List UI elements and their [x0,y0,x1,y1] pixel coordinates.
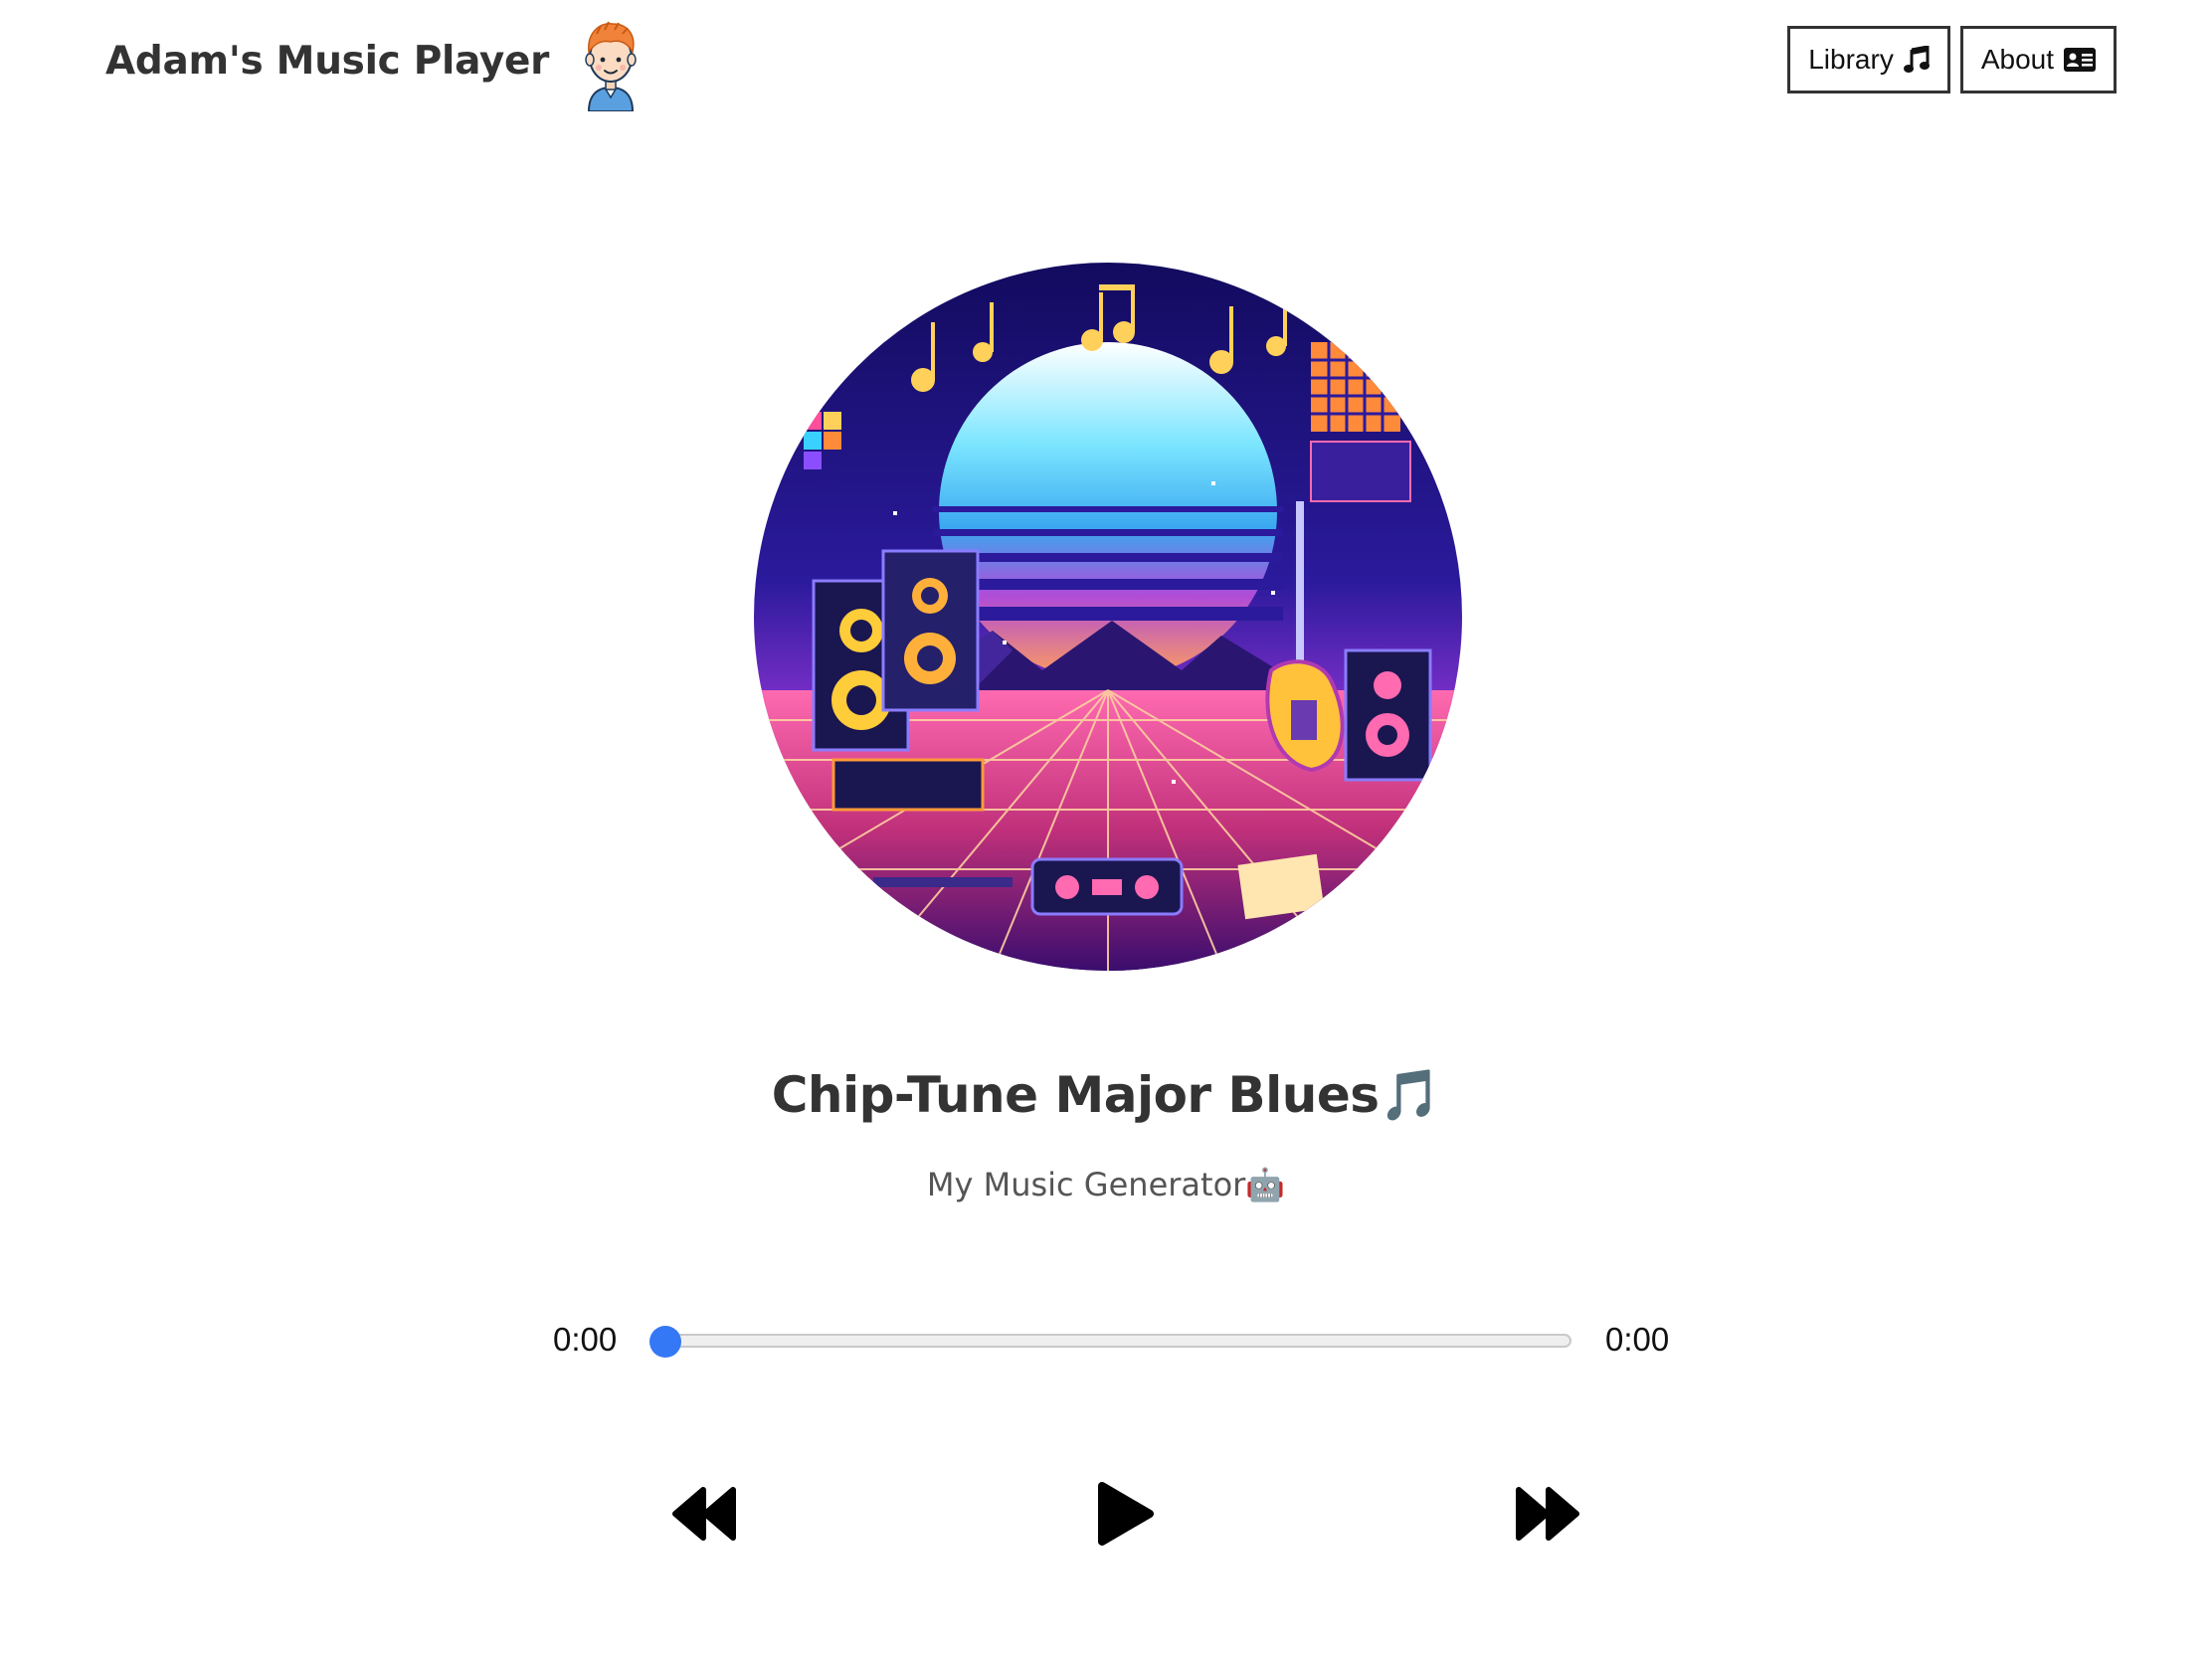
total-time: 0:00 [1605,1321,1670,1358]
music-notes-emoji: 🎵 [1379,1066,1441,1124]
boy-avatar-icon [585,21,637,111]
song-artist: My Music Generator🤖 [0,1166,2212,1203]
synthwave-retro-cover-art [754,263,1462,971]
album-cover [754,263,1462,971]
id-card-icon [2064,48,2096,72]
song-title: Chip-Tune Major Blues🎵 [0,1066,2212,1125]
rewind-icon [672,1487,736,1541]
top-nav: Library About [1787,26,2117,93]
about-button[interactable]: About [1959,26,2117,93]
song-artist-text: My Music Generator [926,1166,1246,1203]
current-time: 0:00 [553,1321,618,1358]
progress-slider-thumb[interactable] [649,1326,681,1358]
song-title-text: Chip-Tune Major Blues [771,1066,1380,1124]
music-note-icon [1903,46,1930,73]
play-icon [1098,1482,1154,1546]
previous-button[interactable] [662,1472,746,1556]
library-button-label: Library [1808,44,1894,75]
app-title: Adam's Music Player [105,38,550,84]
fast-forward-icon [1516,1487,1579,1541]
music-player-page: Adam's Music Player Library About Chip-T… [0,0,2212,1653]
progress-slider-track[interactable] [656,1334,1571,1348]
robot-emoji: 🤖 [1245,1166,1286,1203]
next-button[interactable] [1506,1472,1589,1556]
play-button[interactable] [1084,1472,1168,1556]
library-button[interactable]: Library [1787,26,1950,93]
brand: Adam's Music Player [105,21,646,111]
about-button-label: About [1980,44,2054,75]
